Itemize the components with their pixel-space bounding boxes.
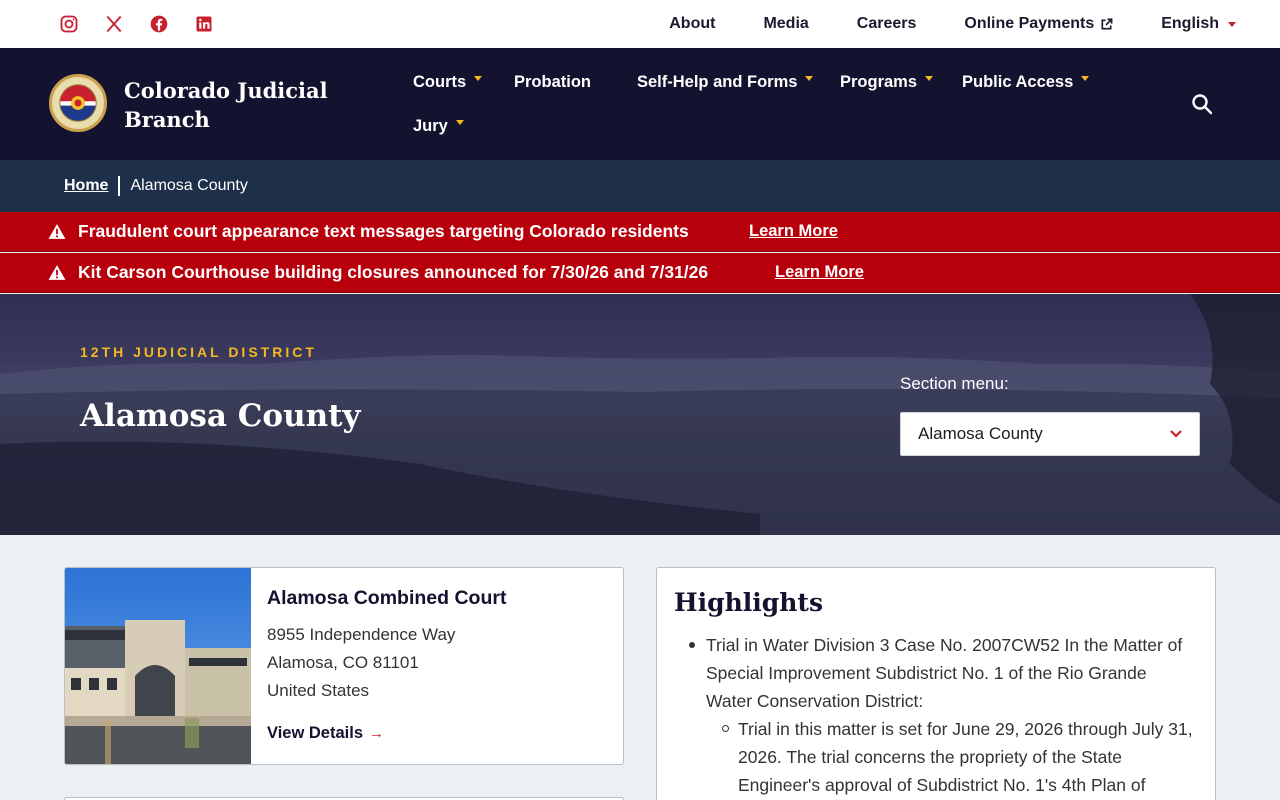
online-payments-label: Online Payments bbox=[964, 15, 1095, 32]
caret-down-icon bbox=[474, 76, 483, 81]
nav-self-help-forms[interactable]: Self-Help and Forms bbox=[637, 73, 814, 92]
view-details-link[interactable]: View Details → bbox=[267, 724, 384, 743]
chevron-down-icon bbox=[1170, 430, 1182, 438]
highlight-item: Trial in Water Division 3 Case No. 2007C… bbox=[706, 635, 1183, 711]
caret-down-icon bbox=[1081, 76, 1090, 81]
language-selector[interactable]: English bbox=[1161, 15, 1236, 33]
court-country: United States bbox=[267, 681, 370, 700]
section-menu-label: Section menu: bbox=[900, 374, 1009, 393]
careers-link[interactable]: Careers bbox=[857, 15, 917, 33]
nav-public-access[interactable]: Public Access bbox=[962, 73, 1090, 92]
search-icon[interactable] bbox=[1190, 92, 1214, 116]
facebook-icon[interactable] bbox=[147, 12, 170, 35]
arrow-right-icon: → bbox=[369, 725, 384, 742]
highlights-title: Highlights bbox=[674, 588, 824, 617]
alert-learn-more-link[interactable]: Learn More bbox=[775, 263, 864, 282]
bullet-icon bbox=[689, 642, 695, 648]
alert-banner-closure: Kit Carson Courthouse building closures … bbox=[0, 253, 1280, 293]
nav-jury-label: Jury bbox=[413, 117, 448, 135]
nav-courts[interactable]: Courts bbox=[413, 73, 483, 92]
view-details-label: View Details bbox=[267, 724, 363, 742]
breadcrumb-home-link[interactable]: Home bbox=[64, 177, 108, 195]
nav-probation[interactable]: Probation bbox=[514, 73, 591, 92]
nav-courts-label: Courts bbox=[413, 73, 467, 91]
courthouse-photo bbox=[65, 568, 251, 764]
main-header: Colorado Judicial Branch Courts Probatio… bbox=[0, 48, 1280, 160]
section-menu-select[interactable]: Alamosa County bbox=[900, 412, 1200, 456]
language-label: English bbox=[1161, 15, 1219, 32]
alert-learn-more-link[interactable]: Learn More bbox=[749, 222, 838, 241]
external-link-icon bbox=[1101, 18, 1113, 30]
breadcrumb-separator bbox=[118, 176, 121, 196]
nav-programs[interactable]: Programs bbox=[840, 73, 934, 92]
warning-icon bbox=[48, 224, 66, 239]
nav-probation-label: Probation bbox=[514, 73, 591, 91]
court-address-line2: Alamosa, CO 81101 bbox=[267, 653, 419, 672]
site-brand[interactable]: Colorado Judicial Branch bbox=[124, 76, 344, 134]
careers-link-label: Careers bbox=[856, 15, 917, 32]
alert-text: Fraudulent court appearance text message… bbox=[78, 221, 689, 241]
caret-down-icon bbox=[925, 76, 934, 81]
court-address-line1: 8955 Independence Way bbox=[267, 625, 456, 644]
highlight-sub-item: Trial in this matter is set for June 29,… bbox=[738, 719, 1193, 795]
online-payments-link[interactable]: Online Payments bbox=[964, 15, 1113, 33]
breadcrumb-current: Alamosa County bbox=[130, 177, 248, 194]
utility-links: About Media Careers Online Payments Engl… bbox=[621, 0, 1236, 48]
page-title: Alamosa County bbox=[80, 398, 361, 434]
nav-public-access-label: Public Access bbox=[962, 73, 1074, 91]
highlights-card: Highlights Trial in Water Division 3 Cas… bbox=[656, 567, 1216, 800]
hero-banner: 12TH JUDICIAL DISTRICT Alamosa County Se… bbox=[0, 294, 1280, 535]
caret-down-icon bbox=[455, 120, 464, 125]
alert-text: Kit Carson Courthouse building closures … bbox=[78, 262, 709, 282]
social-links bbox=[57, 12, 215, 35]
about-link-label: About bbox=[669, 15, 716, 32]
about-link[interactable]: About bbox=[669, 15, 715, 33]
caret-down-icon bbox=[805, 76, 814, 81]
warning-icon bbox=[48, 265, 66, 280]
instagram-icon[interactable] bbox=[57, 12, 80, 35]
court-name: Alamosa Combined Court bbox=[267, 587, 507, 609]
breadcrumb: Home Alamosa County bbox=[0, 160, 1280, 212]
linkedin-icon[interactable] bbox=[192, 12, 215, 35]
nav-self-help-label: Self-Help and Forms bbox=[637, 73, 798, 91]
alert-banner-fraud: Fraudulent court appearance text message… bbox=[0, 212, 1280, 252]
section-menu-value: Alamosa County bbox=[918, 424, 1043, 443]
colorado-courts-seal-icon[interactable] bbox=[49, 74, 107, 132]
court-card: Alamosa Combined Court 8955 Independence… bbox=[64, 567, 624, 765]
utility-bar: About Media Careers Online Payments Engl… bbox=[0, 0, 1280, 48]
caret-down-icon bbox=[1228, 21, 1236, 27]
district-label: 12TH JUDICIAL DISTRICT bbox=[80, 344, 317, 360]
x-icon[interactable] bbox=[102, 12, 125, 35]
media-link[interactable]: Media bbox=[763, 15, 808, 33]
media-link-label: Media bbox=[763, 15, 809, 32]
sub-bullet-icon bbox=[722, 725, 729, 732]
nav-jury[interactable]: Jury bbox=[413, 117, 464, 136]
nav-programs-label: Programs bbox=[840, 73, 918, 91]
